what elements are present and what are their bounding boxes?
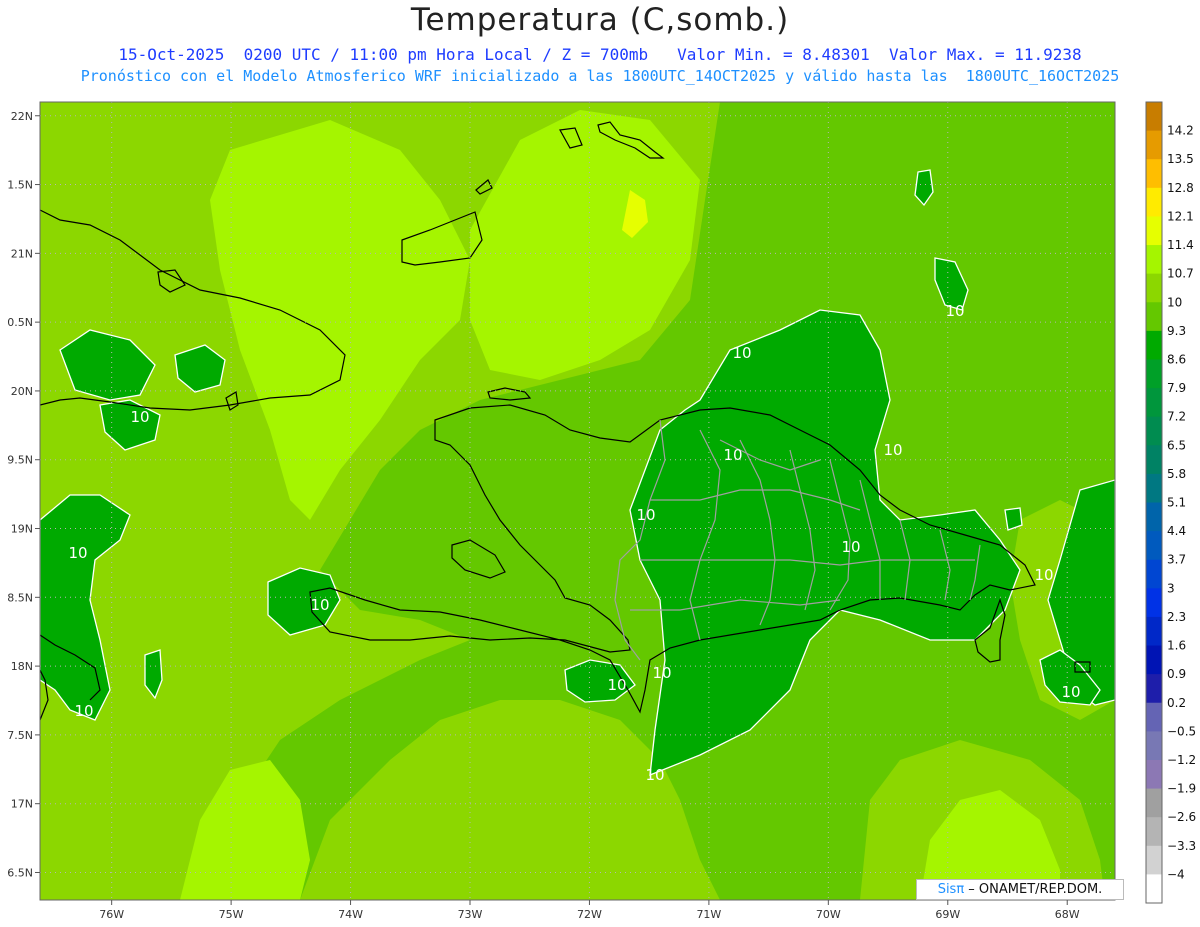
colorbar-swatch: [1146, 388, 1162, 418]
colorbar-label: 1.6: [1167, 639, 1186, 653]
colorbar-label: 12.1: [1167, 209, 1194, 223]
colorbar-swatch: [1146, 302, 1162, 332]
colorbar-swatch: [1146, 588, 1162, 618]
contour-label: 10: [68, 544, 87, 562]
lat-tick-label: 20N: [11, 385, 33, 398]
colorbar-swatch: [1146, 187, 1162, 217]
colorbar-label: −1.2: [1167, 753, 1196, 767]
contour-label: 10: [945, 302, 964, 320]
credit-text: – ONAMET/REP.DOM.: [964, 882, 1103, 897]
lat-tick-label: 0.5N: [7, 316, 33, 329]
colorbar-swatch: [1146, 645, 1162, 675]
contour-label: 10: [1034, 566, 1053, 584]
lat-tick-label: 6.5N: [7, 866, 33, 879]
lon-tick-label: 74W: [338, 908, 363, 921]
colorbar-swatch: [1146, 731, 1162, 761]
temperature-map: 10 10 10 10 10 10 10 10 10 10 10 10 10 1…: [7, 101, 1196, 921]
lon-tick-label: 71W: [696, 908, 721, 921]
colorbar-label: 7.9: [1167, 381, 1186, 395]
colorbar-label: −3.3: [1167, 839, 1196, 853]
lon-tick-label: 68W: [1055, 908, 1080, 921]
longitude-axis: 76W 75W 74W 73W 72W 71W 70W 69W 68W: [99, 900, 1080, 921]
contour-label: 10: [723, 446, 742, 464]
colorbar-label: −1.9: [1167, 782, 1196, 796]
colorbar-swatch: [1146, 102, 1162, 132]
lon-tick-label: 72W: [577, 908, 602, 921]
contour-label: 10: [645, 766, 664, 784]
contour-label: 10: [130, 408, 149, 426]
lat-tick-label: 22N: [11, 110, 33, 123]
colorbar-label: −2.6: [1167, 810, 1196, 824]
colorbar-label: 13.5: [1167, 152, 1194, 166]
lat-tick-label: 8.5N: [7, 591, 33, 604]
contour-label: 10: [310, 596, 329, 614]
colorbar-swatch: [1146, 702, 1162, 732]
colorbar-swatch: [1146, 216, 1162, 246]
colorbar-label: 5.1: [1167, 496, 1186, 510]
colorbar-swatch: [1146, 559, 1162, 589]
colorbar-label: 7.2: [1167, 410, 1186, 424]
colorbar-swatch: [1146, 616, 1162, 647]
colorbar-swatch: [1146, 674, 1162, 704]
lat-tick-label: 9.5N: [7, 454, 33, 467]
colorbar-swatch: [1146, 273, 1162, 303]
lat-tick-label: 19N: [11, 523, 33, 536]
colorbar-swatch: [1146, 759, 1162, 790]
colorbar-label: 0.2: [1167, 696, 1186, 710]
lat-tick-label: 21N: [11, 247, 33, 260]
colorbar-label: 2.3: [1167, 610, 1186, 624]
colorbar-label: 3.7: [1167, 553, 1186, 567]
colorbar-swatch: [1146, 473, 1162, 503]
contour-label: 10: [1061, 683, 1080, 701]
colorbar-swatch: [1146, 531, 1162, 561]
sispi-logo: Sisπ: [937, 882, 965, 897]
colorbar-swatch: [1146, 159, 1162, 189]
lon-tick-label: 76W: [99, 908, 124, 921]
map-field: 10 10 10 10 10 10 10 10 10 10 10 10 10 1…: [40, 102, 1115, 900]
colorbar-swatch: [1146, 245, 1162, 275]
contour-label: 10: [636, 506, 655, 524]
colorbar-label: 6.5: [1167, 438, 1186, 452]
colorbar-label: 14.2: [1167, 124, 1194, 138]
colorbar-swatch: [1146, 845, 1162, 875]
colorbar-label: 3: [1167, 581, 1175, 595]
colorbar-swatch: [1146, 130, 1162, 160]
lon-tick-label: 75W: [219, 908, 244, 921]
colorbar-label: 10: [1167, 295, 1182, 309]
credit-box: Sisπ – ONAMET/REP.DOM.: [916, 879, 1124, 900]
colorbar-label: −4: [1167, 867, 1185, 881]
contour-label: 10: [74, 702, 93, 720]
lon-tick-label: 69W: [935, 908, 960, 921]
colorbar-swatch: [1146, 445, 1162, 475]
lat-tick-label: 17N: [11, 798, 33, 811]
colorbar-swatch: [1146, 416, 1162, 446]
colorbar-swatch: [1146, 502, 1162, 532]
contour-label: 10: [607, 676, 626, 694]
colorbar: 14.2 13.5 12.8 12.1 11.4 10.7 10 9.3 8.6 7.9 7.2 6.…: [1145, 101, 1196, 904]
colorbar-label: 11.4: [1167, 238, 1194, 252]
colorbar-label: 4.4: [1167, 524, 1186, 538]
colorbar-swatch: [1146, 788, 1162, 818]
colorbar-label: −0.5: [1167, 724, 1196, 738]
contour-label: 10: [652, 664, 671, 682]
colorbar-label: 10.7: [1167, 267, 1194, 281]
lon-tick-label: 70W: [816, 908, 841, 921]
colorbar-swatch: [1146, 330, 1162, 360]
colorbar-swatch: [1146, 874, 1162, 904]
colorbar-swatch: [1146, 359, 1162, 389]
colorbar-label: 12.8: [1167, 181, 1194, 195]
lat-tick-label: 1.5N: [7, 179, 33, 192]
colorbar-label: 9.3: [1167, 324, 1186, 338]
colorbar-label: 5.8: [1167, 467, 1186, 481]
contour-label: 10: [883, 441, 902, 459]
latitude-axis: 22N 1.5N 21N 0.5N 20N 9.5N 19N 8.5N 18N 7.5N 17N 6.…: [7, 110, 40, 879]
colorbar-label: 0.9: [1167, 667, 1186, 681]
contour-label: 10: [732, 344, 751, 362]
contour-label: 10: [841, 538, 860, 556]
colorbar-swatch: [1146, 817, 1162, 847]
lat-tick-label: 18N: [11, 660, 33, 673]
lat-tick-label: 7.5N: [7, 729, 33, 742]
lon-tick-label: 73W: [458, 908, 483, 921]
colorbar-label: 8.6: [1167, 352, 1186, 366]
